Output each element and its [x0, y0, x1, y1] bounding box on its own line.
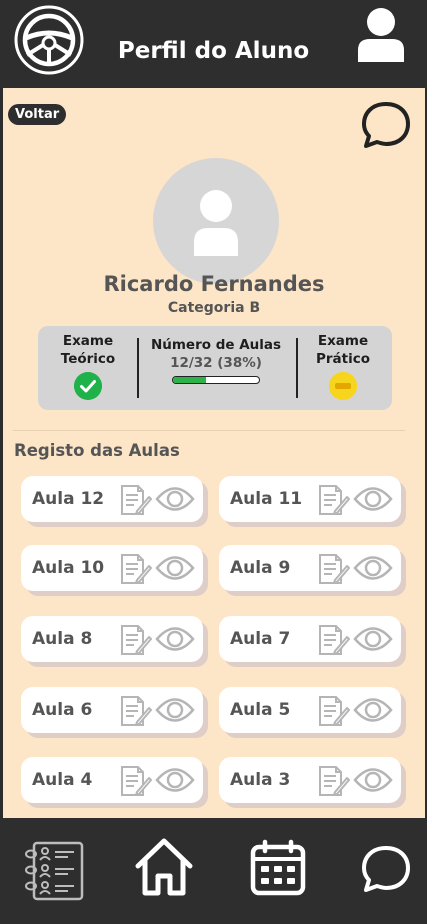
lesson-card-label: Aula 4: [32, 770, 93, 790]
practical-exam-label: Exame Prático: [315, 333, 371, 367]
lessons-progress-fill: [173, 377, 206, 383]
stats-divider: [296, 338, 298, 398]
chat-bubble-icon[interactable]: [360, 844, 412, 894]
eye-icon[interactable]: [353, 765, 393, 795]
home-icon[interactable]: [132, 836, 196, 898]
edit-notes-icon[interactable]: [316, 764, 350, 798]
section-divider: [13, 430, 405, 431]
student-name: Ricardo Fernandes: [103, 272, 325, 296]
edit-notes-icon[interactable]: [316, 623, 350, 657]
lesson-card-label: Aula 7: [230, 629, 291, 649]
edit-notes-icon[interactable]: [118, 764, 152, 798]
edit-notes-icon[interactable]: [316, 694, 350, 728]
avatar: [153, 158, 279, 284]
theory-exam-label: Exame Teórico: [60, 333, 116, 367]
lesson-card[interactable]: Aula 6: [21, 687, 203, 733]
lesson-card-label: Aula 12: [32, 489, 105, 509]
edit-notes-icon[interactable]: [316, 483, 350, 517]
pending-icon: [329, 372, 357, 400]
chat-bubble-icon[interactable]: [360, 100, 412, 150]
edit-notes-icon[interactable]: [118, 552, 152, 586]
practical-exam-stat: Exame Prático: [306, 332, 380, 400]
lesson-card-label: Aula 10: [32, 558, 105, 578]
lesson-card[interactable]: Aula 3: [219, 757, 401, 803]
student-list-icon[interactable]: [24, 840, 86, 902]
lesson-card[interactable]: Aula 8: [21, 616, 203, 662]
bottom-nav: [0, 818, 427, 924]
lesson-card[interactable]: Aula 4: [21, 757, 203, 803]
edit-notes-icon[interactable]: [118, 483, 152, 517]
profile-content: Voltar Ricardo Fernandes Categoria B Exa…: [3, 88, 425, 818]
eye-icon[interactable]: [155, 553, 195, 583]
eye-icon[interactable]: [155, 765, 195, 795]
check-icon: [74, 372, 102, 400]
eye-icon[interactable]: [155, 695, 195, 725]
edit-notes-icon[interactable]: [118, 694, 152, 728]
lesson-card-label: Aula 3: [230, 770, 291, 790]
eye-icon[interactable]: [353, 695, 393, 725]
lesson-card[interactable]: Aula 11: [219, 476, 401, 522]
lesson-card-label: Aula 9: [230, 558, 291, 578]
lesson-card[interactable]: Aula 10: [21, 545, 203, 591]
lessons-count-value: 12/32 (38%): [170, 355, 262, 371]
lesson-card-label: Aula 5: [230, 700, 291, 720]
lessons-count-label: Número de Aulas: [150, 337, 282, 353]
lessons-count-stat: Número de Aulas 12/32 (38%): [146, 336, 286, 384]
edit-notes-icon[interactable]: [316, 552, 350, 586]
license-category: Categoria B: [167, 300, 261, 316]
edit-notes-icon[interactable]: [118, 623, 152, 657]
lesson-card-label: Aula 8: [32, 629, 93, 649]
theory-exam-stat: Exame Teórico: [48, 332, 128, 400]
lesson-card[interactable]: Aula 7: [219, 616, 401, 662]
lessons-section-title: Registo das Aulas: [14, 441, 180, 460]
lesson-card[interactable]: Aula 12: [21, 476, 203, 522]
lesson-card-label: Aula 6: [32, 700, 93, 720]
app-header: Perfil do Aluno: [0, 0, 427, 88]
lesson-card[interactable]: Aula 9: [219, 545, 401, 591]
eye-icon[interactable]: [353, 553, 393, 583]
eye-icon[interactable]: [155, 484, 195, 514]
eye-icon[interactable]: [353, 484, 393, 514]
user-icon[interactable]: [356, 6, 406, 64]
eye-icon[interactable]: [353, 624, 393, 654]
lesson-card-label: Aula 11: [230, 489, 303, 509]
lessons-progress-bar: [172, 376, 260, 384]
person-icon: [194, 190, 238, 256]
calendar-icon[interactable]: [248, 838, 308, 898]
eye-icon[interactable]: [155, 624, 195, 654]
stats-panel: Exame Teórico Número de Aulas 12/32 (38%…: [38, 326, 392, 410]
lesson-card[interactable]: Aula 5: [219, 687, 401, 733]
back-button[interactable]: Voltar: [8, 104, 67, 125]
stats-divider: [137, 338, 139, 398]
